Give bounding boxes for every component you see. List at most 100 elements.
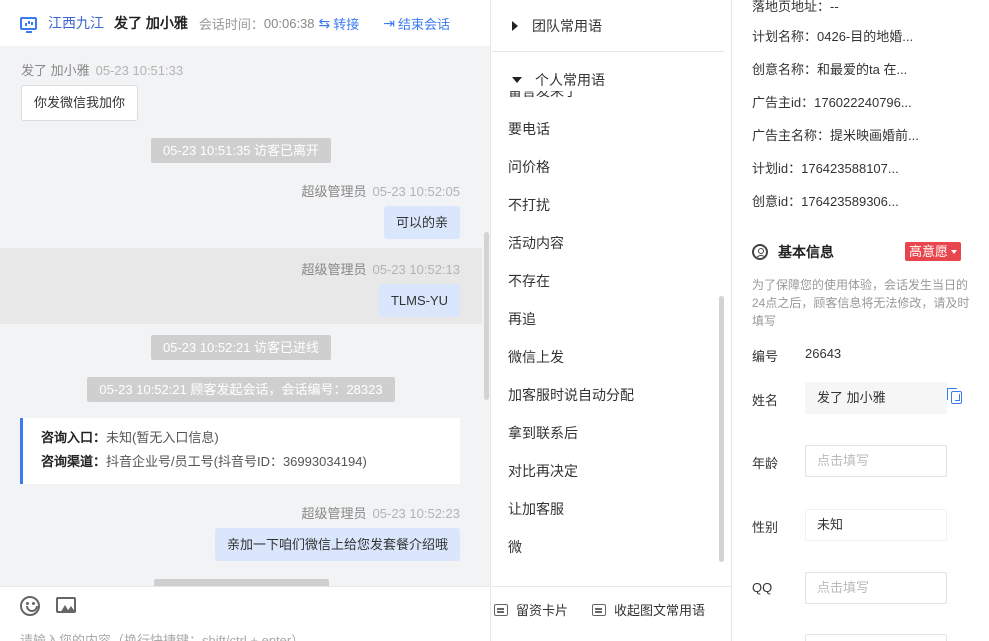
visitor-name: 发了 加小雅 <box>114 15 188 31</box>
caret-down-icon <box>951 250 958 254</box>
exit-icon: ⇥ <box>383 14 395 31</box>
agent-message: 超级管理员 05-23 10:52:05 可以的亲 <box>0 172 482 244</box>
basic-info-title: 基本信息 <box>752 242 834 262</box>
creative-id: 创意id：176423589306... <box>752 194 899 209</box>
advertiser-id: 广告主id：176022240796... <box>752 95 912 110</box>
name-label: 姓名 <box>752 393 779 408</box>
message-time: 05-23 10:52:05 <box>372 184 460 199</box>
qq-field[interactable]: 点击填写 <box>805 572 947 604</box>
phrase-item[interactable]: 不打扰 <box>492 186 724 224</box>
gender-label: 性别 <box>752 520 779 535</box>
system-notice-text: 05-23 10:52:21 访客已进线 <box>150 335 332 360</box>
phrase-item[interactable]: 让加客服 <box>492 490 724 528</box>
group-label: 团队常用语 <box>532 18 602 34</box>
composer <box>0 586 490 641</box>
phrases-scrollbar[interactable] <box>719 296 724 562</box>
number-label: 编号 <box>752 349 779 364</box>
system-notice: 05-23 10:51:35 访客已离开 <box>0 138 482 163</box>
card-icon <box>494 604 508 616</box>
phrase-item[interactable]: 要电话 <box>492 110 724 148</box>
age-field[interactable]: 点击填写 <box>805 445 947 477</box>
age-label: 年龄 <box>752 456 779 471</box>
system-notice: 05-23 10:52:21 访客已进线 <box>0 335 482 360</box>
lead-card-button[interactable]: 留资卡片 <box>494 600 568 619</box>
message-bubble[interactable]: 亲加一下咱们微信上给您发套餐介绍哦 <box>214 528 460 561</box>
system-notice-text: 05-23 10:52:21 顾客发起会话，会话编号：28323 <box>87 377 395 402</box>
system-notice-partial <box>0 577 482 586</box>
phrase-item[interactable]: 不存在 <box>492 262 724 300</box>
visitor-region: 江西九江 <box>48 15 104 31</box>
caret-down-icon <box>512 77 522 83</box>
phrase-item[interactable]: 活动内容 <box>492 224 724 262</box>
consultation-info-card: 咨询入口：未知(暂无入口信息) 咨询渠道：抖音企业号/员工号(抖音号ID：369… <box>20 418 460 484</box>
entry-value: 未知(暂无入口信息) <box>106 430 219 445</box>
phrase-item[interactable]: 微信上发 <box>492 338 724 376</box>
phrase-item[interactable]: 再追 <box>492 300 724 338</box>
message-input[interactable] <box>20 631 470 641</box>
phrase-item[interactable]: 对比再决定 <box>492 452 724 490</box>
phrase-list[interactable]: 留言发来了 要电话 问价格 不打扰 活动内容 不存在 再追 微信上发 加客服时说… <box>492 91 724 577</box>
group-team-phrases[interactable]: 团队常用语 <box>512 16 602 36</box>
gender-field[interactable]: 未知 <box>805 509 947 541</box>
creative-name: 创意名称：和最爱的ta 在... <box>752 62 908 77</box>
message-bubble[interactable]: TLMS-YU <box>378 284 460 317</box>
session-duration-label: 会话时间： <box>198 16 264 32</box>
channel-value: 抖音企业号/员工号(抖音号ID：36993034194) <box>106 454 367 469</box>
customer-info-panel: 落地页地址：-- 计划名称：0426-目的地婚... 创意名称：和最爱的ta 在… <box>733 0 989 641</box>
chat-header: 江西九江 发了 加小雅 会话时间： 00:06:38 ⇆ 转接 ⇥ 结束会话 <box>0 0 490 46</box>
session-duration: 00:06:38 <box>263 15 315 31</box>
visitor-message: 发了 加小雅 05-23 10:51:33 你发微信我加你 <box>21 60 183 121</box>
advertiser-name: 广告主名称：提米映画婚前... <box>752 128 919 143</box>
message-list[interactable]: 发了 加小雅 05-23 10:51:33 你发微信我加你 05-23 10:51… <box>0 46 482 586</box>
message-bubble[interactable]: 可以的亲 <box>383 206 460 239</box>
end-session-button[interactable]: ⇥ 结束会话 <box>383 14 450 33</box>
channel-label: 咨询渠道： <box>41 454 107 469</box>
intent-level-label: 高意愿 <box>909 244 949 259</box>
phrase-item[interactable]: 留言发来了 <box>492 91 724 110</box>
message-sender: 超级管理员 <box>301 506 367 521</box>
phrase-item[interactable]: 加客服时说自动分配 <box>492 376 724 414</box>
message-time: 05-23 10:52:13 <box>372 262 460 277</box>
next-field[interactable] <box>805 634 947 641</box>
entry-label: 咨询入口： <box>41 430 107 445</box>
chat-scrollbar[interactable] <box>484 232 489 400</box>
name-field[interactable]: 发了 加小雅 <box>805 382 947 414</box>
collapse-phrases-label: 收起图文常用语 <box>614 603 706 618</box>
message-bubble[interactable]: 你发微信我加你 <box>21 85 139 121</box>
chat-panel: 江西九江 发了 加小雅 会话时间： 00:06:38 ⇆ 转接 ⇥ 结束会话 发… <box>0 0 491 641</box>
transfer-label: 转接 <box>333 16 360 32</box>
message-sender: 发了 加小雅 <box>21 63 90 78</box>
user-circle-icon <box>752 244 768 260</box>
monitor-icon <box>20 16 37 33</box>
collapse-phrases-button[interactable]: 收起图文常用语 <box>592 600 705 619</box>
phrase-item[interactable]: 问价格 <box>492 148 724 186</box>
agent-message: 超级管理员 05-23 10:52:23 亲加一下咱们微信上给您发套餐介绍哦 <box>0 494 482 566</box>
emoji-icon[interactable] <box>20 596 40 616</box>
lead-card-label: 留资卡片 <box>516 603 569 618</box>
gender-value: 未知 <box>817 517 844 532</box>
plan-name: 计划名称：0426-目的地婚... <box>752 29 914 44</box>
message-time: 05-23 10:52:23 <box>372 506 460 521</box>
group-personal-phrases[interactable]: 个人常用语 <box>512 70 605 90</box>
group-label: 个人常用语 <box>535 72 605 88</box>
phrase-item[interactable]: 微 <box>492 528 724 566</box>
age-placeholder: 点击填写 <box>817 453 870 468</box>
number-value: 26643 <box>805 346 842 361</box>
divider <box>492 51 724 52</box>
phrases-panel: 团队常用语 个人常用语 留言发来了 要电话 问价格 不打扰 活动内容 不存在 再… <box>492 0 732 641</box>
system-notice-text: 05-23 10:51:35 访客已离开 <box>150 138 332 163</box>
copy-icon[interactable] <box>947 388 962 404</box>
phrases-footer: 留资卡片 收起图文常用语 <box>492 586 731 641</box>
transfer-icon: ⇆ <box>318 14 331 31</box>
qq-label: QQ <box>752 580 773 595</box>
message-sender: 超级管理员 <box>301 262 367 277</box>
message-sender: 超级管理员 <box>301 184 367 199</box>
landing-page: 落地页地址：-- <box>752 0 839 14</box>
plan-id: 计划id：176423588107... <box>752 161 899 176</box>
qq-placeholder: 点击填写 <box>817 580 870 595</box>
phrase-item[interactable]: 拿到联系后 <box>492 414 724 452</box>
image-icon[interactable] <box>56 597 76 613</box>
edit-notice: 为了保障您的使用体验，会话发生当日的24点之后，顾客信息将无法修改，请及时填写 <box>752 278 970 328</box>
transfer-button[interactable]: ⇆ 转接 <box>319 14 360 33</box>
intent-level-dropdown[interactable]: 高意愿 <box>905 242 962 261</box>
